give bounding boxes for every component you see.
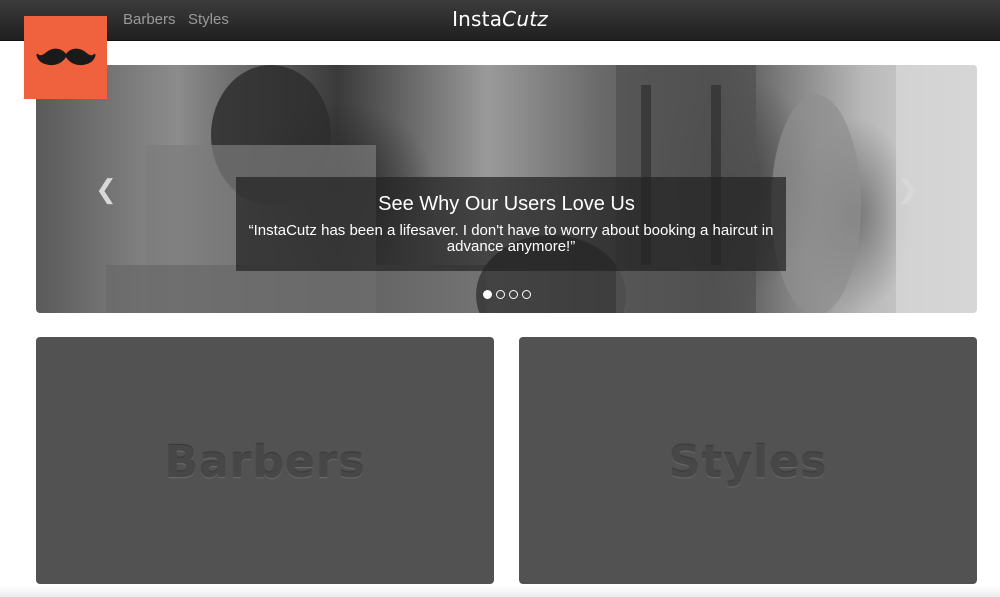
logo[interactable] bbox=[24, 16, 107, 99]
top-navbar: Barbers Styles InstaCutz bbox=[0, 0, 1000, 41]
nav-link-barbers[interactable]: Barbers bbox=[123, 11, 176, 28]
footer-strip bbox=[0, 586, 1000, 597]
mustache-icon bbox=[36, 48, 95, 65]
brand-part-insta[interactable]: Insta bbox=[452, 7, 502, 31]
styles-tile-label: Styles bbox=[668, 437, 828, 488]
carousel-indicators bbox=[36, 290, 977, 299]
chevron-left-icon[interactable]: ❮ bbox=[91, 175, 121, 205]
carousel-quote: “InstaCutz has been a lifesaver. I don't… bbox=[248, 222, 774, 255]
carousel-indicator-2[interactable] bbox=[495, 290, 505, 299]
testimonial-carousel[interactable]: See Why Our Users Love Us “InstaCutz has… bbox=[36, 65, 977, 313]
styles-tile[interactable]: Styles bbox=[519, 337, 977, 584]
nav-link-styles[interactable]: Styles bbox=[188, 11, 229, 28]
carousel-indicator-1[interactable] bbox=[482, 290, 492, 299]
barbers-tile[interactable]: Barbers bbox=[36, 337, 494, 584]
carousel-indicator-4[interactable] bbox=[521, 290, 531, 299]
brand-part-cutz[interactable]: Cutz bbox=[502, 7, 548, 31]
carousel-indicator-3[interactable] bbox=[508, 290, 518, 299]
carousel-title: See Why Our Users Love Us bbox=[378, 193, 635, 215]
chevron-right-icon[interactable]: ❯ bbox=[893, 175, 923, 205]
barbers-tile-label: Barbers bbox=[164, 437, 366, 488]
